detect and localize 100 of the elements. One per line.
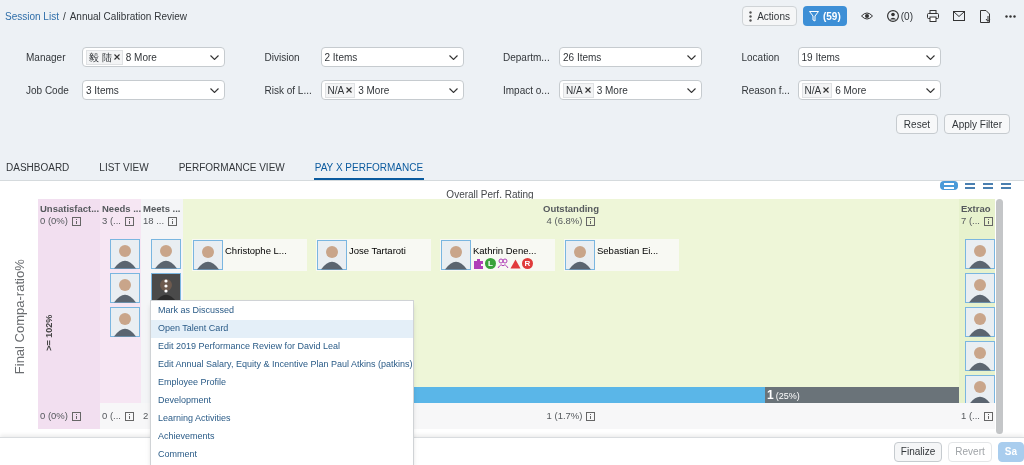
- chevron-down-icon[interactable]: [448, 54, 458, 60]
- menu-item[interactable]: Mark as Discussed: [151, 302, 413, 320]
- info-icon: [72, 411, 81, 421]
- filter-action-button[interactable]: Reset: [895, 114, 938, 134]
- filter-select[interactable]: 毅 陆 8 More: [82, 47, 225, 67]
- close-icon[interactable]: [346, 87, 353, 93]
- info-icon: [586, 216, 596, 226]
- view-mode-button[interactable]: [940, 181, 958, 190]
- filter-token[interactable]: N/A: [563, 82, 594, 98]
- person-card[interactable]: Jose Tartaroti: [316, 239, 431, 271]
- avatar-icon[interactable]: [151, 239, 181, 269]
- info-icon: [125, 411, 134, 421]
- avatar-icon[interactable]: [965, 307, 995, 337]
- column-count: 1 (1.7%): [546, 408, 583, 423]
- chevron-down-icon[interactable]: [687, 54, 696, 60]
- person-card[interactable]: Christophe L...: [192, 239, 307, 271]
- filter-label: Job Code: [26, 83, 70, 98]
- close-icon[interactable]: [823, 87, 830, 93]
- avatar-icon[interactable]: [109, 239, 140, 269]
- column-title: Meets ...: [143, 203, 181, 215]
- chevron-down-icon[interactable]: [687, 87, 696, 93]
- tab[interactable]: DASHBOARD: [5, 156, 71, 180]
- more-icon[interactable]: [1005, 14, 1016, 18]
- avatar-icon[interactable]: [965, 341, 995, 371]
- avatar-with-menu-icon[interactable]: [151, 273, 181, 303]
- print-icon[interactable]: [927, 10, 939, 22]
- column-count: 4 (6.8%): [546, 215, 583, 227]
- view-mode-button[interactable]: [964, 181, 976, 190]
- filter-label: Risk of L...: [264, 83, 313, 98]
- page-title: Annual Calibration Review: [69, 9, 187, 24]
- tab[interactable]: LIST VIEW: [98, 156, 150, 180]
- filter-action-button[interactable]: Apply Filter: [944, 114, 1010, 134]
- breadcrumb-link[interactable]: Session List: [5, 8, 59, 24]
- column-count: 7 (...: [961, 215, 980, 227]
- filter-select[interactable]: N/A 3 More: [320, 80, 464, 100]
- column-count: 3 (...: [102, 215, 121, 227]
- menu-item[interactable]: Open Talent Card: [151, 320, 413, 338]
- info-icon: [984, 411, 993, 421]
- avatar-icon[interactable]: [965, 239, 995, 269]
- actions-button[interactable]: Actions: [742, 6, 797, 26]
- filter-token[interactable]: N/A: [801, 82, 833, 98]
- grid-icon: [965, 182, 975, 189]
- eye-icon[interactable]: [860, 12, 873, 20]
- avatar-icon[interactable]: [965, 375, 995, 403]
- chevron-down-icon[interactable]: [925, 54, 935, 60]
- filter-select[interactable]: N/A 3 More: [559, 80, 702, 100]
- person-name: Christophe L...: [225, 245, 287, 256]
- menu-item[interactable]: Employee Profile: [151, 374, 413, 392]
- menu-item[interactable]: Comment: [151, 446, 413, 464]
- filter-select[interactable]: 2 Items: [320, 47, 464, 67]
- chevron-down-icon[interactable]: [448, 87, 458, 93]
- chevron-down-icon[interactable]: [210, 87, 219, 93]
- close-icon[interactable]: [113, 54, 120, 60]
- menu-item[interactable]: Achievements: [151, 428, 413, 446]
- filter-select[interactable]: 26 Items: [559, 47, 702, 67]
- filter-select[interactable]: N/A 6 More: [797, 80, 941, 100]
- vertical-dots-icon: [749, 10, 753, 22]
- avatar-icon[interactable]: [965, 273, 995, 303]
- scrollbar[interactable]: [996, 199, 1003, 434]
- person-icon: [886, 10, 899, 22]
- view-mode-button[interactable]: [982, 181, 994, 190]
- footer-button[interactable]: Finalize: [893, 441, 943, 462]
- export-icon[interactable]: [979, 9, 991, 23]
- filter-token[interactable]: N/A: [324, 82, 356, 98]
- filter-label: Location: [741, 50, 781, 65]
- mail-icon[interactable]: [953, 11, 965, 21]
- view-mode-button[interactable]: [1000, 181, 1012, 190]
- filter-select[interactable]: 19 Items: [797, 47, 941, 67]
- avatar-icon[interactable]: [565, 240, 595, 270]
- column-title: Extrao: [961, 203, 991, 215]
- chevron-down-icon[interactable]: [925, 87, 935, 93]
- person-card[interactable]: Sebastian Ei...: [564, 239, 679, 271]
- funnel-icon: [808, 10, 819, 22]
- column-title: Needs ...: [102, 203, 141, 215]
- filter-select[interactable]: 3 Items: [82, 80, 225, 100]
- menu-item[interactable]: Edit 2019 Performance Review for David Leal: [151, 338, 413, 356]
- avatar-icon[interactable]: [317, 240, 347, 270]
- hidden-people-button[interactable]: (0): [886, 8, 913, 24]
- tab[interactable]: PAY X PERFORMANCE: [313, 156, 425, 180]
- avatar-icon[interactable]: [193, 240, 223, 270]
- filter-label: Impact o...: [503, 83, 551, 98]
- filter-token[interactable]: 毅 陆: [86, 49, 123, 65]
- bar-share: (25%): [775, 390, 800, 403]
- chevron-down-icon[interactable]: [210, 54, 219, 60]
- row-label: >= 102%: [43, 314, 56, 351]
- tab[interactable]: PERFORMANCE VIEW: [177, 156, 286, 180]
- close-icon[interactable]: [584, 87, 591, 93]
- axis-label: Final Compa-ratio%: [10, 259, 28, 374]
- menu-item[interactable]: Learning Activities: [151, 410, 413, 428]
- warning-icon: [510, 258, 521, 269]
- person-card[interactable]: Kathrin Dene... L R: [440, 239, 555, 271]
- avatar-icon[interactable]: [109, 273, 140, 303]
- avatar-icon[interactable]: [441, 240, 471, 270]
- avatar-icon[interactable]: [109, 307, 140, 337]
- breadcrumb-separator: /: [62, 9, 66, 24]
- column-count: 0 (...: [102, 408, 121, 423]
- column-title: Outstanding: [543, 203, 599, 215]
- status-badge: R: [522, 258, 533, 269]
- menu-item[interactable]: Development: [151, 392, 413, 410]
- menu-item[interactable]: Edit Annual Salary, Equity & Incentive Plan Paul Atkins (patkins): [151, 356, 413, 374]
